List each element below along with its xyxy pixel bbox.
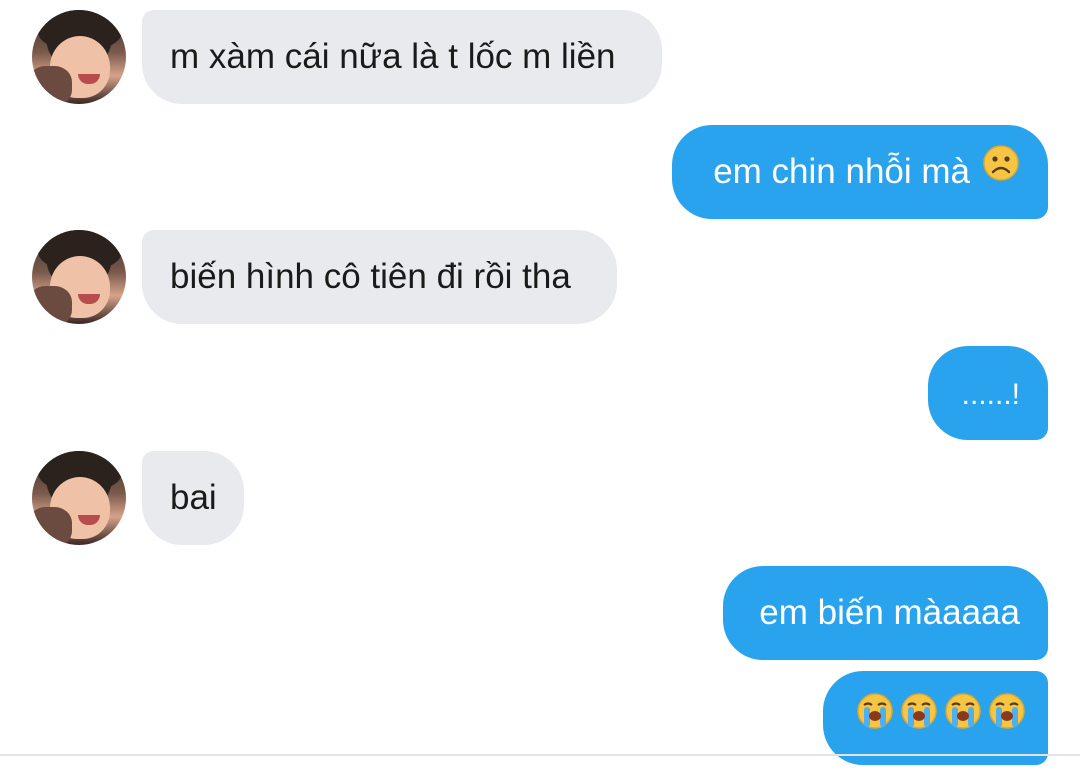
- incoming-message-bubble[interactable]: bai: [142, 451, 244, 545]
- message-text: em chin nhỗi mà: [713, 152, 970, 191]
- message-text: m xàm cái nữa là t lốc m liền: [170, 37, 616, 76]
- loudly-crying-face-icon: [987, 673, 1027, 767]
- message-text: ......!: [961, 378, 1020, 411]
- loudly-crying-face-icon: [943, 673, 983, 767]
- chat-thread: m xàm cái nữa là t lốc m liền em chin nh…: [0, 0, 1080, 774]
- outgoing-message-bubble[interactable]: ......!: [928, 346, 1048, 440]
- contact-avatar[interactable]: [32, 10, 126, 104]
- contact-avatar[interactable]: [32, 230, 126, 324]
- message-text: biến hình cô tiên đi rồi tha: [170, 257, 571, 296]
- loudly-crying-face-icon: [899, 673, 939, 767]
- loudly-crying-face-icon: [855, 673, 895, 767]
- outgoing-message-bubble[interactable]: em chin nhỗi mà: [672, 125, 1048, 219]
- frowning-face-icon: [982, 124, 1020, 218]
- incoming-message-bubble[interactable]: m xàm cái nữa là t lốc m liền: [142, 10, 662, 104]
- incoming-message-bubble[interactable]: biến hình cô tiên đi rồi tha: [142, 230, 617, 324]
- divider: [0, 754, 1080, 756]
- message-text: bai: [170, 478, 217, 517]
- outgoing-message-bubble[interactable]: [823, 671, 1048, 765]
- message-text: em biến màaaaa: [759, 593, 1020, 632]
- outgoing-message-bubble[interactable]: em biến màaaaa: [723, 566, 1048, 660]
- contact-avatar[interactable]: [32, 451, 126, 545]
